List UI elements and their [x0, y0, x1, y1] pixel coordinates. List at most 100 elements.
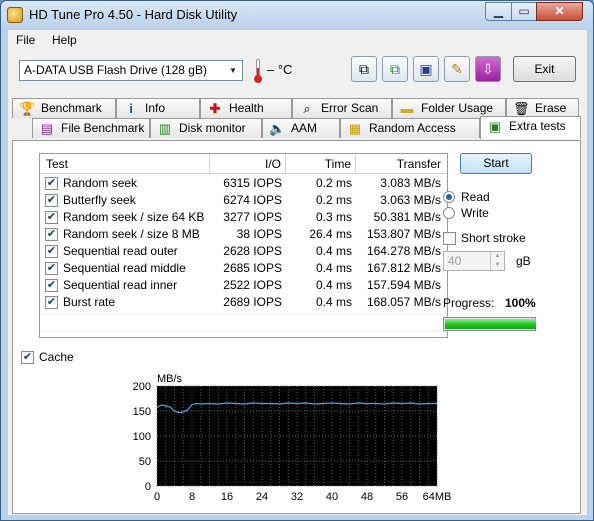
start-button[interactable]: Start	[460, 153, 532, 174]
test-checkbox[interactable]: ✔	[45, 228, 58, 241]
test-time: 0.4 ms	[315, 295, 352, 309]
download-arrow-icon: ⇩	[482, 61, 494, 77]
folder-icon: ▬	[400, 101, 414, 116]
test-checkbox[interactable]: ✔	[45, 194, 58, 207]
drive-select[interactable]: A-DATA USB Flash Drive (128 gB) ▼	[19, 60, 243, 81]
test-io: 2628 IOPS	[223, 244, 282, 258]
short-stroke-checkbox[interactable]	[443, 232, 456, 245]
column-header-time[interactable]: Time	[286, 154, 356, 174]
tab-strip: 🏆 Benchmark i Info ✚ Health ⌕ Error Scan ▬ Fo…	[8, 96, 587, 140]
read-label: Read	[461, 190, 490, 204]
read-radio[interactable]	[443, 191, 455, 203]
cache-checkbox[interactable]: ✔	[21, 351, 34, 364]
test-checkbox[interactable]: ✔	[45, 177, 58, 190]
cache-label: Cache	[39, 350, 74, 364]
column-header-transfer[interactable]: Transfer	[356, 154, 447, 174]
table-row[interactable]: ✔ Sequential read outer 2628 IOPS 0.4 ms 164…	[40, 243, 447, 260]
benchmark-icon: 🏆	[19, 101, 36, 116]
menu-help[interactable]: Help	[52, 33, 77, 47]
drive-select-value: A-DATA USB Flash Drive (128 gB)	[24, 63, 207, 77]
test-io: 3277 IOPS	[223, 210, 282, 224]
progress-label: Progress:	[443, 296, 495, 310]
x-tick-label: 24	[256, 491, 268, 503]
minimize-button[interactable]: ▁	[485, 2, 512, 21]
exit-button[interactable]: Exit	[513, 56, 576, 82]
health-cross-icon: ✚	[209, 101, 221, 116]
tab-file-benchmark[interactable]: ▤ File Benchmark	[32, 118, 150, 138]
table-row[interactable]: ✔ Random seek 6315 IOPS 0.2 ms 3.083 MB/s	[40, 175, 447, 192]
options-button[interactable]: ✎	[444, 56, 470, 82]
test-checkbox[interactable]: ✔	[45, 296, 58, 309]
test-name: Random seek / size 64 KB	[63, 210, 205, 224]
trash-icon: 🗑	[513, 101, 530, 116]
copy-screenshot-button[interactable]: ⧉	[382, 56, 408, 82]
test-time: 0.2 ms	[315, 176, 352, 190]
write-radio[interactable]	[443, 207, 455, 219]
spin-down-icon[interactable]: ▼	[490, 261, 504, 270]
test-checkbox[interactable]: ✔	[45, 262, 58, 275]
tab-erase[interactable]: 🗑 Erase	[506, 98, 579, 118]
test-name: Sequential read middle	[63, 261, 186, 275]
tab-random-access[interactable]: ▦ Random Access	[340, 118, 480, 138]
client-area: File Help A-DATA USB Flash Drive (128 gB…	[8, 30, 587, 515]
extra-tests-panel: Test I/O Time Transfer ✔ Random seek 6315 …	[12, 140, 581, 514]
table-row[interactable]: ✔ Random seek / size 64 KB 3277 IOPS 0.3 ms…	[40, 209, 447, 226]
test-io: 2685 IOPS	[223, 261, 282, 275]
table-row[interactable]: ✔ Sequential read inner 2522 IOPS 0.4 ms 157…	[40, 277, 447, 294]
short-stroke-label: Short stroke	[461, 231, 526, 245]
table-row[interactable]: ✔ Butterfly seek 6274 IOPS 0.2 ms 3.063 MB/s	[40, 192, 447, 209]
test-time: 0.4 ms	[315, 244, 352, 258]
test-checkbox[interactable]: ✔	[45, 245, 58, 258]
thermometer-icon	[253, 59, 263, 83]
test-name: Random seek / size 8 MB	[63, 227, 200, 241]
tab-info[interactable]: i Info	[116, 98, 200, 118]
y-tick-label: 100	[133, 431, 151, 443]
progress-bar	[443, 317, 536, 331]
tab-error-scan[interactable]: ⌕ Error Scan	[292, 98, 392, 118]
short-stroke-size-input[interactable]: 40 ▲ ▼	[443, 251, 505, 271]
tab-aam[interactable]: 🔈 AAM	[262, 118, 340, 138]
app-icon	[7, 7, 23, 23]
test-transfer: 153.807 MB/s	[366, 227, 441, 241]
size-unit-label: gB	[516, 254, 531, 268]
y-tick-label: 150	[133, 406, 151, 418]
copy-green-icon: ⧉	[390, 61, 400, 77]
test-checkbox[interactable]: ✔	[45, 211, 58, 224]
title-bar[interactable]: HD Tune Pro 4.50 - Hard Disk Utility ▁ ▭…	[1, 1, 593, 29]
table-row[interactable]: ✔ Sequential read middle 2685 IOPS 0.4 ms 16…	[40, 260, 447, 277]
extra-tests-icon: ▣	[488, 119, 502, 134]
download-button[interactable]: ⇩	[475, 56, 501, 82]
column-header-test[interactable]: Test	[40, 154, 210, 174]
close-button[interactable]: ✕	[536, 2, 583, 21]
test-io: 2689 IOPS	[223, 295, 282, 309]
save-button[interactable]: ▣	[413, 56, 439, 82]
tab-extra-tests[interactable]: ▣ Extra tests	[480, 116, 581, 139]
tab-disk-monitor[interactable]: ▥ Disk monitor	[150, 118, 262, 138]
table-row[interactable]: ✔ Burst rate 2689 IOPS 0.4 ms 168.057 MB/s	[40, 294, 447, 311]
test-checkbox[interactable]: ✔	[45, 279, 58, 292]
tab-folder-usage[interactable]: ▬ Folder Usage	[392, 98, 506, 118]
row-divider	[40, 314, 447, 315]
y-axis-label: MB/s	[157, 373, 183, 385]
test-time: 26.4 ms	[309, 227, 352, 241]
menu-file[interactable]: File	[16, 33, 35, 47]
test-io: 38 IOPS	[236, 227, 282, 241]
x-tick-label: 8	[189, 491, 195, 503]
test-transfer: 3.083 MB/s	[380, 176, 441, 190]
transfer-rate-chart: 0 50 100 150 200 0 8 16 24 32 40 48 56 64MB MB/s	[95, 366, 483, 508]
test-time: 0.3 ms	[315, 210, 352, 224]
column-header-io[interactable]: I/O	[210, 154, 286, 174]
x-tick-label: 64MB	[423, 491, 452, 503]
table-row[interactable]: ✔ Random seek / size 8 MB 38 IOPS 26.4 ms 15…	[40, 226, 447, 243]
tab-health[interactable]: ✚ Health	[200, 98, 292, 118]
x-tick-label: 56	[396, 491, 408, 503]
dropdown-arrow-icon[interactable]: ▼	[226, 63, 240, 78]
copy-info-button[interactable]: ⧉	[351, 56, 377, 82]
maximize-button[interactable]: ▭	[511, 2, 537, 21]
tab-benchmark[interactable]: 🏆 Benchmark	[12, 98, 116, 118]
x-tick-label: 0	[154, 491, 160, 503]
table-header: Test I/O Time Transfer	[40, 154, 447, 174]
spin-up-icon[interactable]: ▲	[490, 252, 504, 261]
test-transfer: 50.381 MB/s	[373, 210, 441, 224]
menu-bar: File Help	[8, 30, 587, 50]
